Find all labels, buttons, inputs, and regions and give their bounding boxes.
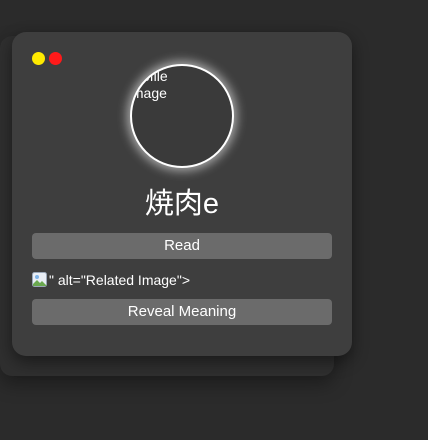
reveal-meaning-button[interactable]: Reveal Meaning bbox=[32, 299, 332, 325]
related-image-alt-text: " alt="Related Image"> bbox=[49, 272, 190, 288]
broken-image-icon bbox=[32, 272, 48, 288]
flashcard: Profile Image 焼肉e Read " alt="Related Im… bbox=[12, 32, 352, 356]
vocabulary-word: 焼肉e bbox=[144, 188, 220, 220]
red-dot-icon[interactable] bbox=[49, 52, 62, 65]
page: Profile Image 焼肉e Read " alt="Related Im… bbox=[0, 0, 428, 440]
related-image: " alt="Related Image"> bbox=[32, 270, 190, 290]
read-button[interactable]: Read bbox=[32, 233, 332, 259]
window-controls bbox=[32, 52, 62, 65]
yellow-dot-icon[interactable] bbox=[32, 52, 45, 65]
profile-image-alt-text: Profile Image bbox=[130, 68, 168, 101]
profile-image: Profile Image bbox=[130, 64, 234, 168]
